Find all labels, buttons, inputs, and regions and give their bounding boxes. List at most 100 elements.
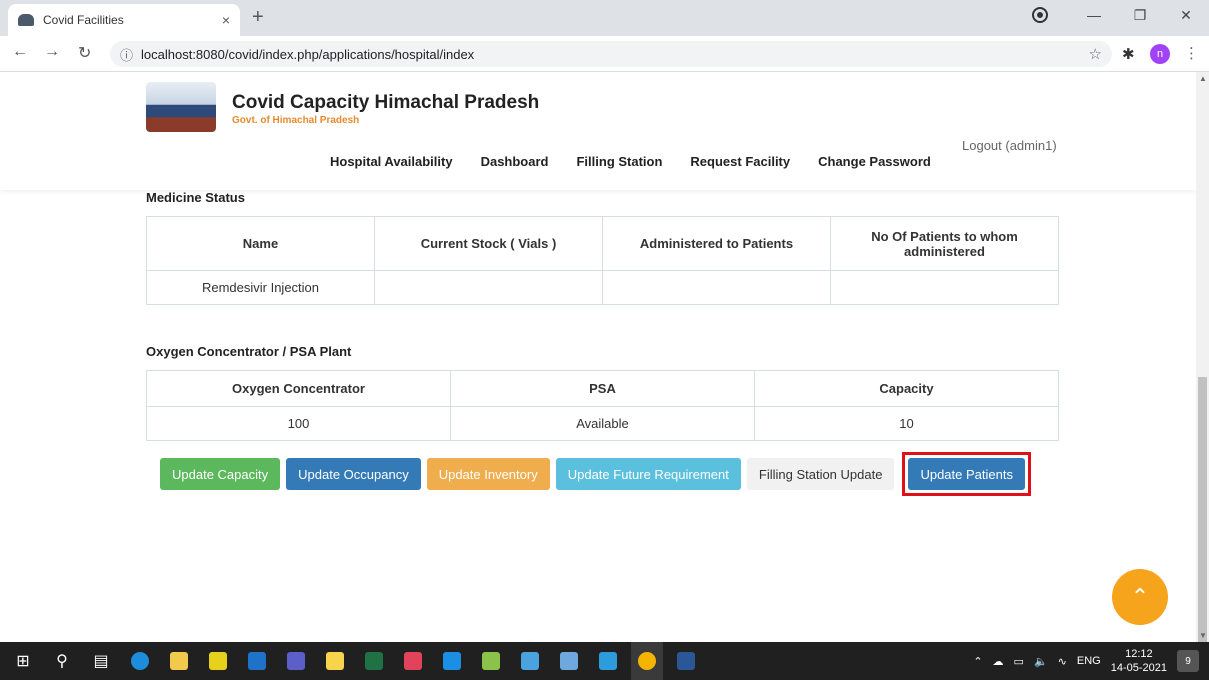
reload-icon[interactable]: ↻ — [78, 43, 91, 63]
chrome-icon[interactable] — [631, 642, 663, 680]
oxygen-title: Oxygen Concentrator / PSA Plant — [146, 344, 352, 359]
table-cell: Available — [450, 406, 755, 441]
site-header: Covid Capacity Himachal Pradesh Govt. of… — [0, 72, 1196, 190]
nav-hospital-availability[interactable]: Hospital Availability — [330, 154, 453, 169]
table-cell — [374, 270, 603, 305]
excel-icon[interactable] — [358, 642, 390, 680]
logout-link[interactable]: Logout (admin1) — [962, 138, 1057, 153]
help-icon[interactable] — [202, 642, 234, 680]
table-header-row: Name Current Stock ( Vials ) Administere… — [146, 216, 1059, 271]
vscode-icon[interactable] — [436, 642, 468, 680]
table-header: Name — [146, 216, 375, 271]
table-header: Oxygen Concentrator — [146, 370, 451, 407]
chevron-up-icon: ⌃ — [1130, 584, 1150, 609]
table-cell: Remdesivir Injection — [146, 270, 375, 305]
paint-icon[interactable] — [592, 642, 624, 680]
notification-icon[interactable]: 9 — [1177, 650, 1199, 672]
table-header: Administered to Patients — [602, 216, 831, 271]
new-tab-icon[interactable]: + — [252, 6, 264, 29]
table-header-row: Oxygen Concentrator PSA Capacity — [146, 370, 1059, 407]
update-future-requirement-button[interactable]: Update Future Requirement — [555, 458, 741, 490]
forward-icon[interactable]: → — [44, 43, 60, 61]
search-icon[interactable]: ⚲ — [46, 642, 78, 680]
clock-time: 12:12 — [1125, 648, 1153, 660]
outlook-icon[interactable] — [241, 642, 273, 680]
table-header: Current Stock ( Vials ) — [374, 216, 603, 271]
filling-station-update-button[interactable]: Filling Station Update — [746, 458, 895, 490]
action-buttons: Update Capacity Update Occupancy Update … — [160, 452, 1031, 496]
bookmark-star-icon[interactable]: ☆ — [1089, 45, 1102, 63]
language-indicator[interactable]: ENG — [1077, 655, 1101, 667]
url-input[interactable]: ⓘ localhost:8080/covid/index.php/applica… — [110, 41, 1112, 67]
minimize-icon[interactable]: — — [1071, 0, 1117, 30]
table-header: Capacity — [754, 370, 1059, 407]
pen-icon[interactable] — [514, 642, 546, 680]
scroll-to-top-button[interactable]: ⌃ — [1112, 569, 1168, 625]
table-header: No Of Patients to whom administered — [830, 216, 1059, 271]
app-icon[interactable] — [397, 642, 429, 680]
scroll-down-icon[interactable]: ▼ — [1199, 631, 1207, 640]
nav-request-facility[interactable]: Request Facility — [690, 154, 790, 169]
medicine-status-title: Medicine Status — [146, 190, 245, 205]
cloud-icon[interactable]: ☁ — [993, 655, 1004, 668]
notepad-icon[interactable] — [475, 642, 507, 680]
battery-icon[interactable]: ▭ — [1014, 655, 1024, 668]
table-cell: 10 — [754, 406, 1059, 441]
browser-menu-icon[interactable]: ⋮ — [1184, 44, 1199, 62]
taskbar: ⊞ ⚲ ▤ ⌃ ☁ ▭ 🔈 ∿ ENG 12:12 14-05-2021 9 — [0, 642, 1209, 680]
volume-icon[interactable]: 🔈 — [1034, 655, 1048, 668]
table-cell: 100 — [146, 406, 451, 441]
page-viewport: Covid Capacity Himachal Pradesh Govt. of… — [0, 72, 1196, 642]
site-title: Covid Capacity Himachal Pradesh — [232, 92, 540, 113]
scroll-up-icon[interactable]: ▲ — [1199, 74, 1207, 83]
browser-tab[interactable]: Covid Facilities × — [8, 4, 240, 36]
browser-tab-bar: Covid Facilities × + — ❐ ✕ — [0, 0, 1209, 36]
chevron-up-icon[interactable]: ⌃ — [973, 655, 982, 668]
update-occupancy-button[interactable]: Update Occupancy — [286, 458, 421, 490]
nav-dashboard[interactable]: Dashboard — [481, 154, 549, 169]
medicine-table: Name Current Stock ( Vials ) Administere… — [146, 216, 1059, 305]
table-row: Remdesivir Injection — [146, 270, 1059, 305]
task-view-icon[interactable]: ▤ — [85, 642, 117, 680]
page-scrollbar[interactable]: ▲ ▼ — [1196, 72, 1209, 642]
nav-change-password[interactable]: Change Password — [818, 154, 931, 169]
sticky-notes-icon[interactable] — [319, 642, 351, 680]
update-capacity-button[interactable]: Update Capacity — [160, 458, 281, 490]
system-tray: ⌃ ☁ ▭ 🔈 ∿ ENG 12:12 14-05-2021 9 — [973, 642, 1199, 680]
file-explorer-icon[interactable] — [163, 642, 195, 680]
government-logo-icon[interactable] — [146, 82, 216, 132]
address-bar: ← → ↻ ⓘ localhost:8080/covid/index.php/a… — [0, 36, 1209, 72]
window-controls: — ❐ ✕ — [1071, 0, 1209, 30]
nav-filling-station[interactable]: Filling Station — [576, 154, 662, 169]
url-text: localhost:8080/covid/index.php/applicati… — [141, 46, 475, 62]
update-patients-button[interactable]: Update Patients — [908, 458, 1025, 490]
edge-icon[interactable] — [124, 642, 156, 680]
clock[interactable]: 12:12 14-05-2021 — [1111, 647, 1167, 675]
update-inventory-button[interactable]: Update Inventory — [426, 458, 550, 490]
table-cell — [830, 270, 1059, 305]
table-row: 100 Available 10 — [146, 406, 1059, 441]
profile-avatar[interactable]: n — [1150, 44, 1170, 64]
main-nav: Hospital Availability Dashboard Filling … — [330, 154, 931, 169]
teams-icon[interactable] — [280, 642, 312, 680]
window-close-icon[interactable]: ✕ — [1163, 0, 1209, 30]
clock-date: 14-05-2021 — [1110, 662, 1167, 674]
tab-close-icon[interactable]: × — [222, 12, 230, 28]
car-icon — [18, 14, 34, 26]
table-cell — [602, 270, 831, 305]
restore-icon[interactable]: ❐ — [1117, 0, 1163, 30]
scroll-thumb[interactable] — [1198, 377, 1207, 642]
site-subtitle: Govt. of Himachal Pradesh — [232, 115, 360, 126]
word-icon[interactable] — [670, 642, 702, 680]
folder-icon[interactable] — [553, 642, 585, 680]
info-icon[interactable]: ⓘ — [120, 45, 133, 64]
oxygen-table: Oxygen Concentrator PSA Capacity 100 Ava… — [146, 370, 1059, 441]
windows-start-icon[interactable]: ⊞ — [7, 642, 39, 680]
wifi-icon[interactable]: ∿ — [1058, 655, 1067, 668]
table-header: PSA — [450, 370, 755, 407]
tab-title: Covid Facilities — [43, 13, 124, 27]
extensions-icon[interactable]: ✱ — [1122, 45, 1135, 63]
highlight-box: Update Patients — [902, 452, 1031, 496]
back-icon[interactable]: ← — [12, 43, 28, 61]
record-icon[interactable] — [1034, 9, 1046, 21]
